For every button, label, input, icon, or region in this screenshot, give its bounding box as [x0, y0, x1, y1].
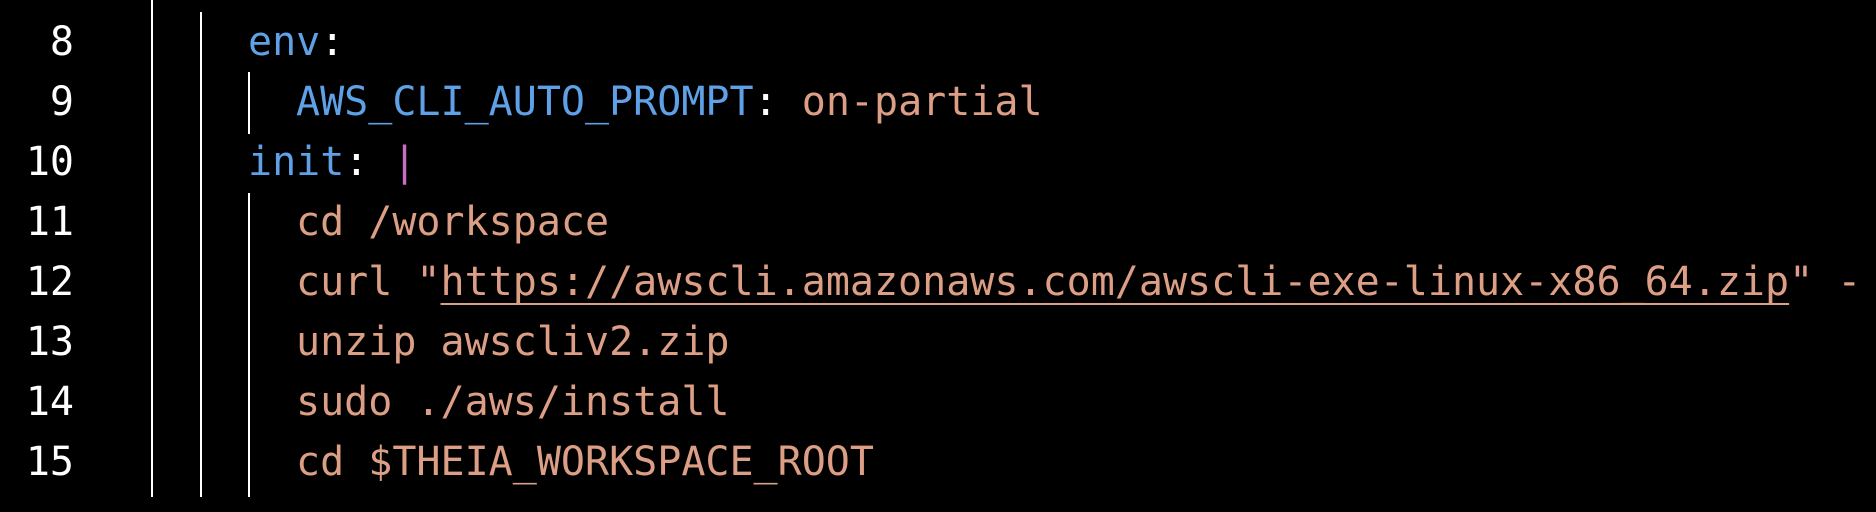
line-number: 11: [25, 199, 74, 245]
line-number: 12: [25, 259, 74, 305]
code-line[interactable]: 10 init: |: [0, 132, 1876, 192]
line-number: 13: [25, 319, 74, 365]
line-number: 10: [25, 139, 74, 185]
colon: :: [320, 19, 345, 65]
code-line[interactable]: 11 cd /workspace: [0, 192, 1876, 252]
code-content: init: |: [248, 136, 417, 188]
command-text: curl ": [296, 259, 441, 305]
code-editor[interactable]: 8 env: 9 AWS_CLI_AUTO_PROMPT: on-partial…: [0, 0, 1876, 512]
yaml-key: init: [248, 139, 345, 185]
code-line[interactable]: 9 AWS_CLI_AUTO_PROMPT: on-partial: [0, 72, 1876, 132]
code-content: env:: [248, 16, 344, 68]
colon: :: [344, 139, 369, 185]
url-link[interactable]: https://awscli.amazonaws.com/awscli-exe-…: [441, 259, 1790, 305]
code-line[interactable]: 15 cd $THEIA_WORKSPACE_ROOT: [0, 432, 1876, 492]
code-content: AWS_CLI_AUTO_PROMPT: on-partial: [296, 76, 1043, 128]
code-content: cd /workspace: [296, 199, 610, 245]
code-content: unzip awscliv2.zip: [296, 319, 730, 365]
command-text: " -: [1789, 259, 1862, 305]
line-number: 9: [49, 79, 74, 125]
colon: :: [753, 79, 778, 125]
line-number: 14: [25, 379, 74, 425]
yaml-key: env: [248, 19, 321, 65]
code-content: curl "https://awscli.amazonaws.com/awscl…: [296, 256, 1861, 308]
line-number: 8: [49, 19, 74, 65]
code-content: cd $THEIA_WORKSPACE_ROOT: [296, 439, 874, 485]
code-line[interactable]: 14 sudo ./aws/install: [0, 372, 1876, 432]
yaml-value: on-partial: [801, 79, 1043, 125]
code-content: sudo ./aws/install: [296, 379, 730, 425]
code-line[interactable]: 13 unzip awscliv2.zip: [0, 312, 1876, 372]
code-line[interactable]: 8 env:: [0, 12, 1876, 72]
block-scalar-indicator: |: [392, 139, 417, 185]
line-number: 15: [25, 439, 74, 485]
yaml-key: AWS_CLI_AUTO_PROMPT: [296, 79, 754, 125]
code-line[interactable]: 12 curl "https://awscli.amazonaws.com/aw…: [0, 252, 1876, 312]
